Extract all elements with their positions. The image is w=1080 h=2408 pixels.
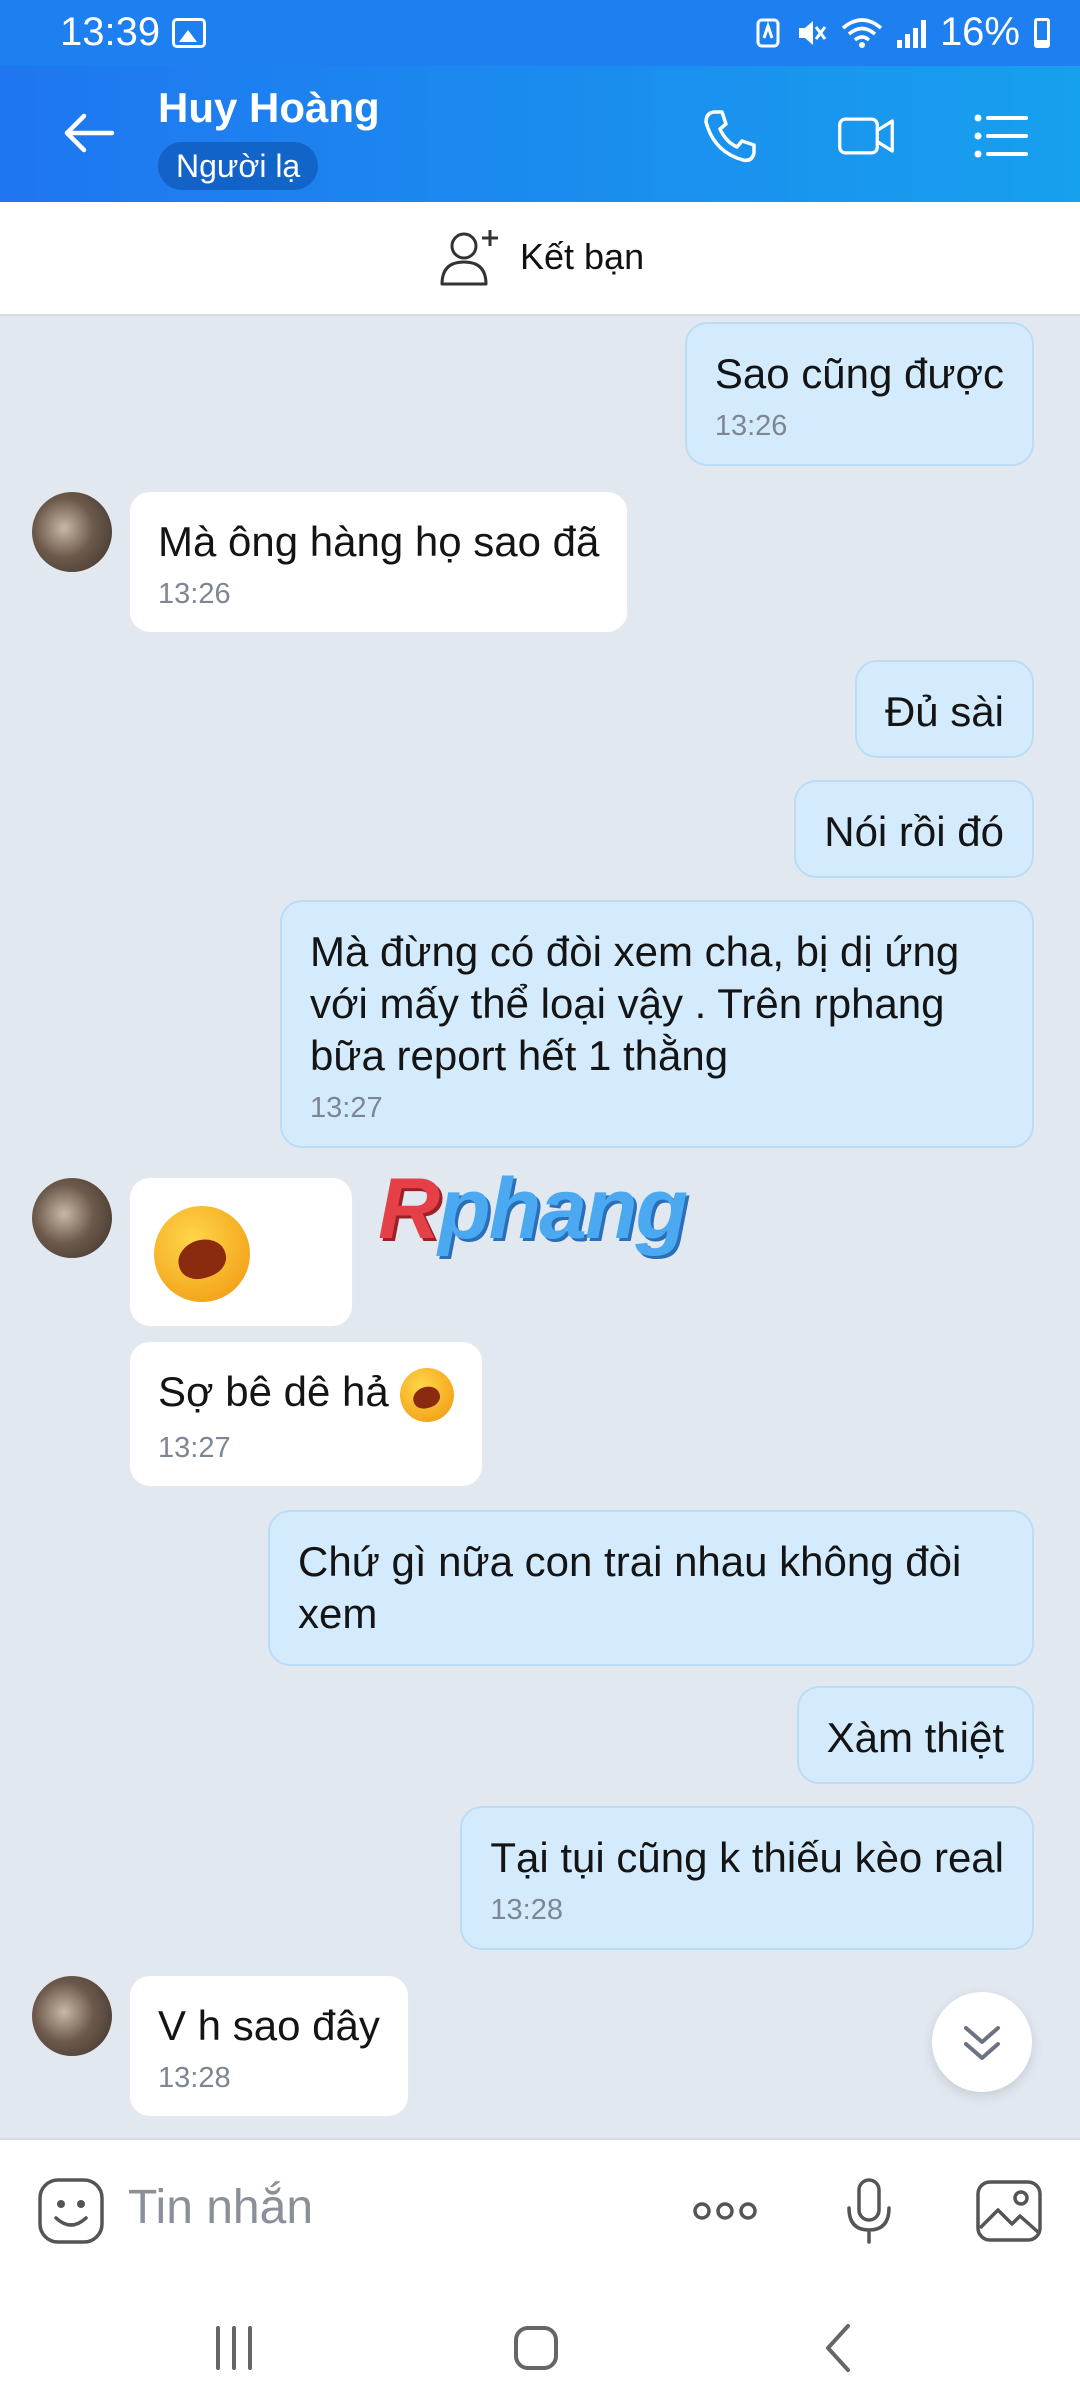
message-text: Sợ bê dê hả: [158, 1368, 389, 1415]
message-bubble-outgoing[interactable]: Tại tụi cũng k thiếu kèo real 13:28: [460, 1806, 1034, 1950]
message-text: Xàm thiệt: [826, 1714, 1004, 1761]
status-bar: 13:39 16%: [0, 0, 1080, 66]
message-time: 13:27: [158, 1431, 231, 1464]
message-text: Mà đừng có đòi xem cha, bị dị ứng với mấ…: [310, 928, 960, 1079]
message-text: Tại tụi cũng k thiếu kèo real: [490, 1834, 1004, 1881]
home-icon[interactable]: [506, 2318, 566, 2378]
message-text: V h sao đây: [158, 2002, 380, 2049]
back-nav-icon[interactable]: [810, 2318, 870, 2378]
message-bubble-outgoing[interactable]: Đủ sài: [854, 660, 1034, 758]
stranger-badge: Người lạ: [158, 142, 319, 190]
message-input[interactable]: Tin nhắn: [128, 2180, 313, 2235]
nfc-icon: [756, 18, 780, 47]
message-bubble-incoming[interactable]: Mà ông hàng họ sao đã 13:26: [128, 490, 630, 634]
message-text: Nói rồi đó: [824, 808, 1004, 855]
recent-apps-icon[interactable]: [204, 2318, 264, 2378]
image-gallery-icon[interactable]: [974, 2176, 1044, 2246]
message-bubble-sticker[interactable]: [128, 1176, 354, 1328]
status-time: 13:39: [60, 10, 161, 54]
message-time: 13:26: [158, 578, 231, 610]
message-text: Mà ông hàng họ sao đã: [158, 518, 600, 565]
contact-name[interactable]: Huy Hoàng: [158, 84, 380, 132]
menu-list-icon[interactable]: [970, 106, 1030, 166]
microphone-icon[interactable]: [834, 2176, 904, 2246]
add-user-icon: [440, 230, 498, 286]
add-friend-bar: Kết bạn: [0, 202, 1080, 316]
video-call-icon[interactable]: [836, 106, 896, 166]
add-friend-label: Kết bạn: [520, 236, 645, 277]
message-time: 13:28: [490, 1894, 563, 1926]
double-chevron-down-icon: [964, 2026, 1000, 2060]
message-bubble-outgoing[interactable]: Xàm thiệt: [796, 1686, 1034, 1784]
laughing-crying-emoji-icon: [400, 1367, 455, 1422]
signal-icon: [896, 18, 926, 48]
phone-icon[interactable]: [700, 106, 760, 166]
mute-icon: [798, 20, 827, 45]
message-text: Chứ gì nữa con trai nhau không đòi xem: [298, 1538, 962, 1637]
battery-icon: [1034, 17, 1050, 48]
message-bubble-outgoing[interactable]: Sao cũng được 13:26: [684, 322, 1034, 466]
battery-percent: 16%: [939, 10, 1020, 54]
message-time: 13:27: [310, 1092, 383, 1124]
message-time: 13:28: [158, 2062, 231, 2094]
gallery-notification-icon: [172, 18, 206, 48]
status-indicators: 16%: [755, 10, 1050, 55]
message-bubble-incoming[interactable]: V h sao đây 13:28: [128, 1974, 410, 2118]
more-options-icon[interactable]: [690, 2176, 760, 2246]
message-input-bar: Tin nhắn: [0, 2138, 1080, 2280]
sticker-emoji-icon[interactable]: [36, 2176, 106, 2246]
message-bubble-outgoing[interactable]: Chứ gì nữa con trai nhau không đòi xem: [268, 1510, 1034, 1666]
scroll-to-bottom-button[interactable]: [932, 1992, 1032, 2092]
system-nav-bar: [0, 2278, 1080, 2408]
message-time: 13:26: [714, 410, 788, 442]
message-text: Đủ sài: [884, 688, 1004, 735]
laughing-crying-emoji-icon: [154, 1206, 250, 1302]
contact-avatar[interactable]: [32, 1976, 112, 2056]
watermark-logo: Rphang: [378, 1161, 688, 1257]
back-arrow-icon[interactable]: [62, 106, 116, 160]
message-bubble-incoming[interactable]: Sợ bê dê hả 13:27: [128, 1340, 485, 1488]
message-bubble-outgoing[interactable]: Mà đừng có đòi xem cha, bị dị ứng với mấ…: [280, 900, 1034, 1148]
contact-avatar[interactable]: [32, 492, 112, 572]
contact-avatar[interactable]: [32, 1178, 112, 1258]
message-bubble-outgoing[interactable]: Nói rồi đó: [794, 780, 1034, 878]
wifi-icon: [841, 17, 883, 48]
message-text: Sao cũng được: [714, 350, 1004, 397]
chat-header: Huy Hoàng Người lạ: [0, 66, 1080, 202]
add-friend-button[interactable]: Kết bạn: [438, 226, 644, 288]
